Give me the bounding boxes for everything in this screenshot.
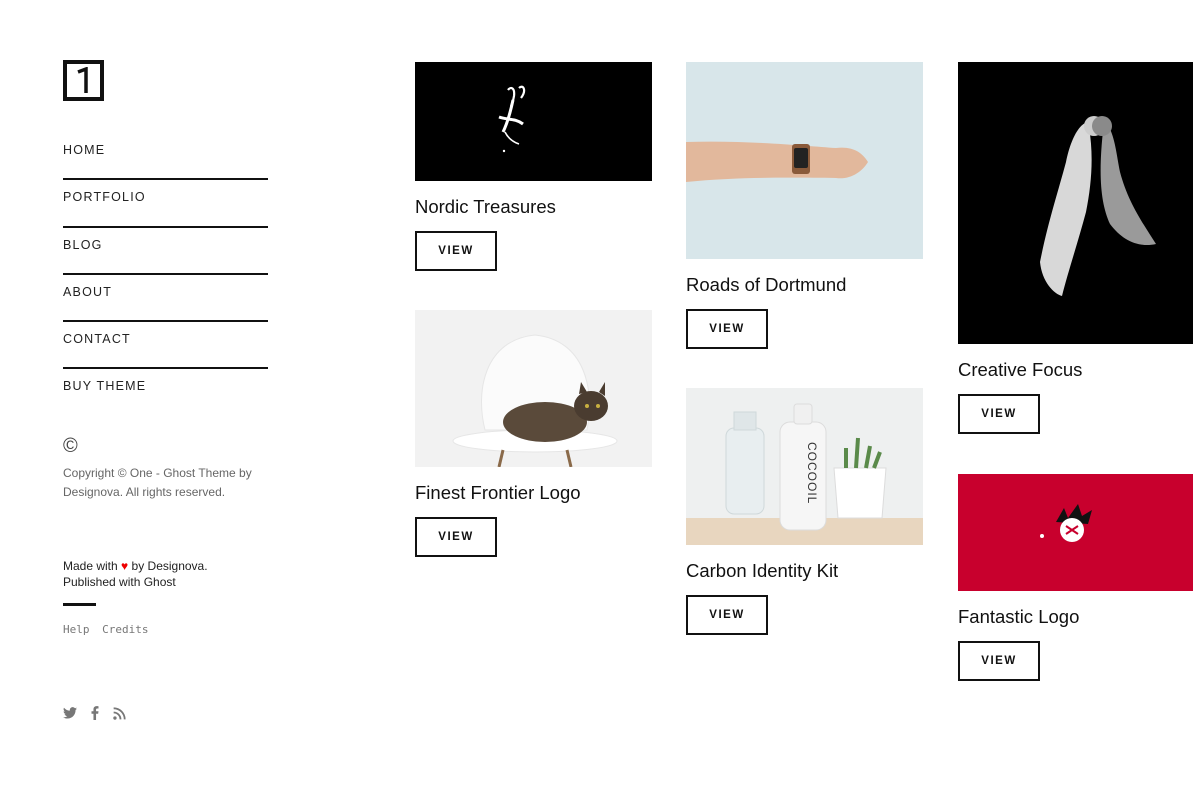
nav-item-buy-theme[interactable]: BUY THEME (63, 369, 268, 416)
portfolio-card: Finest Frontier Logo VIEW (415, 310, 652, 557)
card-title[interactable]: Creative Focus (958, 358, 1195, 382)
cat-on-chair-illustration (452, 334, 618, 467)
nav-label: BUY THEME (63, 379, 147, 394)
made-suffix: by Designova. (131, 558, 208, 573)
portfolio-card: Creative Focus VIEW (958, 62, 1195, 434)
copyright-icon: © (63, 434, 78, 457)
monogram-illustration (498, 85, 526, 153)
nav-item-blog[interactable]: BLOG (63, 228, 268, 275)
card-title[interactable]: Fantastic Logo (958, 605, 1195, 629)
portfolio-card: COCOOIL Carbon Identity Kit VIEW (686, 388, 923, 635)
card-image[interactable] (686, 62, 923, 259)
nav-item-home[interactable]: HOME (63, 133, 268, 181)
card-image[interactable] (415, 62, 652, 181)
nav-label: CONTACT (63, 332, 131, 347)
nav-item-about[interactable]: ABOUT (63, 275, 268, 323)
view-button[interactable]: VIEW (415, 231, 497, 271)
portfolio-card: Roads of Dortmund VIEW (686, 62, 923, 349)
copyright-text: Copyright © One - Ghost Theme by Designo… (63, 465, 252, 499)
heart-icon: ♥ (121, 558, 129, 573)
twitter-icon[interactable] (63, 707, 77, 719)
logo-numeral-icon (76, 66, 88, 93)
nav-label: HOME (63, 143, 106, 157)
doves-illustration (1040, 116, 1156, 296)
rss-icon[interactable] (113, 706, 126, 720)
published-text[interactable]: Published with Ghost (63, 575, 176, 589)
site-logo[interactable] (63, 60, 104, 101)
sidebar: HOME PORTFOLIO BLOG ABOUT CONTACT BUY TH… (63, 60, 268, 636)
nav-label: BLOG (63, 237, 103, 252)
card-image[interactable]: COCOOIL (686, 388, 923, 545)
cocooil-bottles-illustration: COCOOIL (686, 403, 923, 545)
view-button[interactable]: VIEW (958, 394, 1040, 434)
credits-link[interactable]: Credits (102, 623, 148, 636)
nav-label: ABOUT (63, 284, 113, 299)
view-button[interactable]: VIEW (686, 309, 768, 349)
facebook-icon[interactable] (91, 706, 99, 720)
card-title[interactable]: Finest Frontier Logo (415, 481, 652, 505)
made-prefix: Made with (63, 558, 118, 573)
cartoon-character-illustration (1040, 504, 1092, 542)
card-title[interactable]: Carbon Identity Kit (686, 559, 923, 583)
main-nav: HOME PORTFOLIO BLOG ABOUT CONTACT BUY TH… (63, 133, 268, 417)
nav-label: PORTFOLIO (63, 190, 146, 205)
footer-links: Help Credits (63, 623, 268, 636)
nav-item-portfolio[interactable]: PORTFOLIO (63, 180, 268, 228)
card-image[interactable] (958, 474, 1193, 591)
social-links (63, 706, 126, 720)
portfolio-card: Nordic Treasures VIEW (415, 62, 652, 271)
made-with: Made with ♥ by Designova. Published with… (63, 558, 268, 590)
portfolio-card: Fantastic Logo VIEW (958, 474, 1195, 681)
nav-item-contact[interactable]: CONTACT (63, 322, 268, 370)
view-button[interactable]: VIEW (415, 517, 497, 557)
view-button[interactable]: VIEW (958, 641, 1040, 681)
divider (63, 602, 96, 606)
card-image[interactable] (958, 62, 1193, 344)
bottle-label: COCOOIL (805, 442, 819, 504)
help-link[interactable]: Help (63, 623, 90, 636)
arm-watch-illustration (686, 141, 868, 182)
view-button[interactable]: VIEW (686, 595, 768, 635)
card-title[interactable]: Roads of Dortmund (686, 273, 923, 297)
card-image[interactable] (415, 310, 652, 467)
card-title[interactable]: Nordic Treasures (415, 195, 652, 219)
